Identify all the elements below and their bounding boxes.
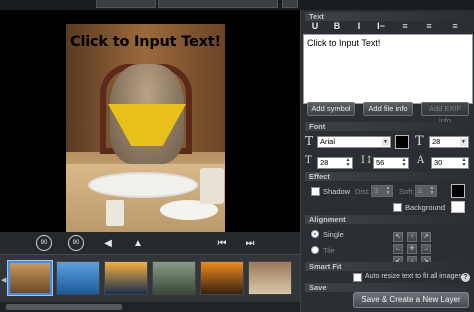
- font-size-icon: T: [415, 134, 424, 149]
- align-center-button[interactable]: ✛: [407, 244, 417, 254]
- font-family-icon: T: [305, 134, 314, 148]
- line-spacing-icon: I↕: [361, 155, 374, 166]
- shadow-softness-stepper[interactable]: 2 ▲ ▼: [415, 185, 437, 197]
- shadow-label: Shadow: [323, 187, 351, 196]
- soft-value: 2: [418, 186, 423, 195]
- align-top-button[interactable]: ↑: [407, 232, 417, 242]
- image-canvas[interactable]: Click to Input Text!: [0, 10, 300, 238]
- flip-vertical-icon: ▲: [133, 237, 143, 249]
- flip-horizontal-button[interactable]: ◀: [100, 235, 116, 251]
- auto-resize-checkbox[interactable]: [353, 273, 362, 282]
- save-create-layer-button[interactable]: Save & Create a New Layer: [353, 292, 469, 308]
- add-file-info-button[interactable]: Add file info: [363, 102, 413, 116]
- top-toolbar-strip: [0, 0, 474, 10]
- shadow-checkbox[interactable]: [311, 187, 320, 196]
- skip-next-icon: ⏭: [245, 237, 255, 249]
- smartfit-section-header: Smart Fit: [305, 262, 471, 271]
- font-size-value: 28: [432, 137, 441, 146]
- stepper-arrows-icon[interactable]: ▲ ▼: [345, 158, 351, 168]
- dist-label: Dist:: [355, 187, 370, 196]
- strikethrough-button[interactable]: I−: [373, 20, 389, 32]
- stepper-arrows-icon[interactable]: ▲ ▼: [429, 186, 435, 196]
- text-input[interactable]: Click to Input Text!: [303, 34, 473, 104]
- thumbnail-scrollbar[interactable]: [0, 302, 300, 312]
- thumbnail-scroll-left-icon[interactable]: ◀: [1, 265, 6, 295]
- top-tab[interactable]: [158, 0, 278, 8]
- align-right-button[interactable]: ≡: [447, 20, 463, 32]
- top-tab[interactable]: [282, 0, 298, 8]
- line-spacing-stepper[interactable]: 56 ▲ ▼: [373, 157, 409, 169]
- scrollbar-thumb[interactable]: [6, 304, 122, 310]
- char-spacing-icon: T: [305, 155, 312, 166]
- previous-image-button[interactable]: ⏮: [214, 235, 230, 251]
- char-spacing-value: 28: [320, 158, 329, 167]
- stepper-arrows-icon[interactable]: ▲ ▼: [385, 186, 391, 196]
- thumbnail-item[interactable]: [248, 261, 292, 295]
- help-icon[interactable]: ?: [461, 273, 470, 282]
- top-tab[interactable]: [96, 0, 156, 8]
- font-section-header: Font: [305, 122, 471, 131]
- add-symbol-button[interactable]: Add symbol: [307, 102, 355, 116]
- char-spacing-stepper[interactable]: 28 ▲ ▼: [317, 157, 353, 169]
- tile-label: Tile: [323, 246, 335, 255]
- align-center-button[interactable]: ≡: [421, 20, 437, 32]
- rotate-right-button[interactable]: 90: [68, 235, 84, 251]
- rotation-icon: A: [417, 155, 425, 166]
- align-right-button[interactable]: →: [421, 244, 431, 254]
- shadow-distance-stepper[interactable]: 3 ▲ ▼: [371, 185, 393, 197]
- image-toolbar: 90 90 ◀ ▲ ⏮ ⏭: [0, 232, 300, 254]
- dist-value: 3: [374, 186, 379, 195]
- align-left-button[interactable]: ←: [393, 244, 403, 254]
- single-radio[interactable]: [311, 230, 319, 238]
- flip-vertical-button[interactable]: ▲: [130, 235, 146, 251]
- single-label: Single: [323, 230, 344, 239]
- background-label: Background: [405, 203, 446, 212]
- flip-horizontal-icon: ◀: [104, 237, 112, 249]
- bold-button[interactable]: B: [329, 20, 345, 32]
- thumbnail-item[interactable]: [104, 261, 148, 295]
- background-checkbox[interactable]: [393, 203, 402, 212]
- align-left-button[interactable]: ≡: [397, 20, 413, 32]
- rotate-right-icon: 90: [72, 240, 80, 246]
- rotation-stepper[interactable]: 30 ▲ ▼: [431, 157, 469, 169]
- effect-section-header: Effect: [305, 172, 471, 181]
- preview-image[interactable]: Click to Input Text!: [66, 24, 225, 238]
- save-section-header: Save: [305, 283, 471, 292]
- properties-panel: Text U B I I− ≡ ≡ ≡ Click to Input Text! Add s…: [300, 10, 474, 312]
- align-top-left-button[interactable]: ↖: [393, 232, 403, 242]
- stepper-arrows-icon[interactable]: ▲ ▼: [401, 158, 407, 168]
- stepper-arrows-icon[interactable]: ▲ ▼: [461, 158, 467, 168]
- add-exif-info-button[interactable]: Add EXIF info: [421, 102, 469, 125]
- underline-button[interactable]: U: [307, 20, 323, 32]
- italic-button[interactable]: I: [351, 20, 367, 32]
- rotation-value: 30: [434, 158, 443, 167]
- app-window: Click to Input Text! 90 90 ◀ ▲ ⏮ ⏭ ◀ Tex…: [0, 0, 474, 312]
- rotate-left-button[interactable]: 90: [36, 235, 52, 251]
- alignment-section-header: Alignment: [305, 215, 471, 224]
- thumbnail-item[interactable]: [7, 260, 53, 296]
- tile-radio[interactable]: [311, 246, 319, 254]
- auto-resize-label: Auto resize text to fit all images.: [365, 273, 464, 280]
- font-family-select[interactable]: Arial ▼: [317, 136, 391, 148]
- chevron-down-icon: ▼: [460, 138, 467, 146]
- font-family-value: Arial: [320, 137, 336, 146]
- rotate-left-icon: 90: [40, 240, 48, 246]
- thumbnail-strip: ◀: [0, 254, 300, 302]
- thumbnail-item[interactable]: [152, 261, 196, 295]
- line-spacing-value: 56: [376, 158, 385, 167]
- text-layer-overlay[interactable]: Click to Input Text!: [66, 34, 225, 50]
- align-top-right-button[interactable]: ↗: [421, 232, 431, 242]
- thumbnail-item[interactable]: [200, 261, 244, 295]
- soft-label: Soft:: [399, 187, 415, 196]
- font-color-swatch[interactable]: [395, 135, 409, 149]
- thumbnail-item[interactable]: [56, 261, 100, 295]
- chevron-down-icon: ▼: [382, 138, 389, 146]
- background-color-swatch[interactable]: [451, 201, 465, 213]
- next-image-button[interactable]: ⏭: [242, 235, 258, 251]
- shadow-color-swatch[interactable]: [451, 184, 465, 198]
- skip-previous-icon: ⏮: [217, 237, 227, 249]
- font-size-select[interactable]: 28 ▼: [429, 136, 469, 148]
